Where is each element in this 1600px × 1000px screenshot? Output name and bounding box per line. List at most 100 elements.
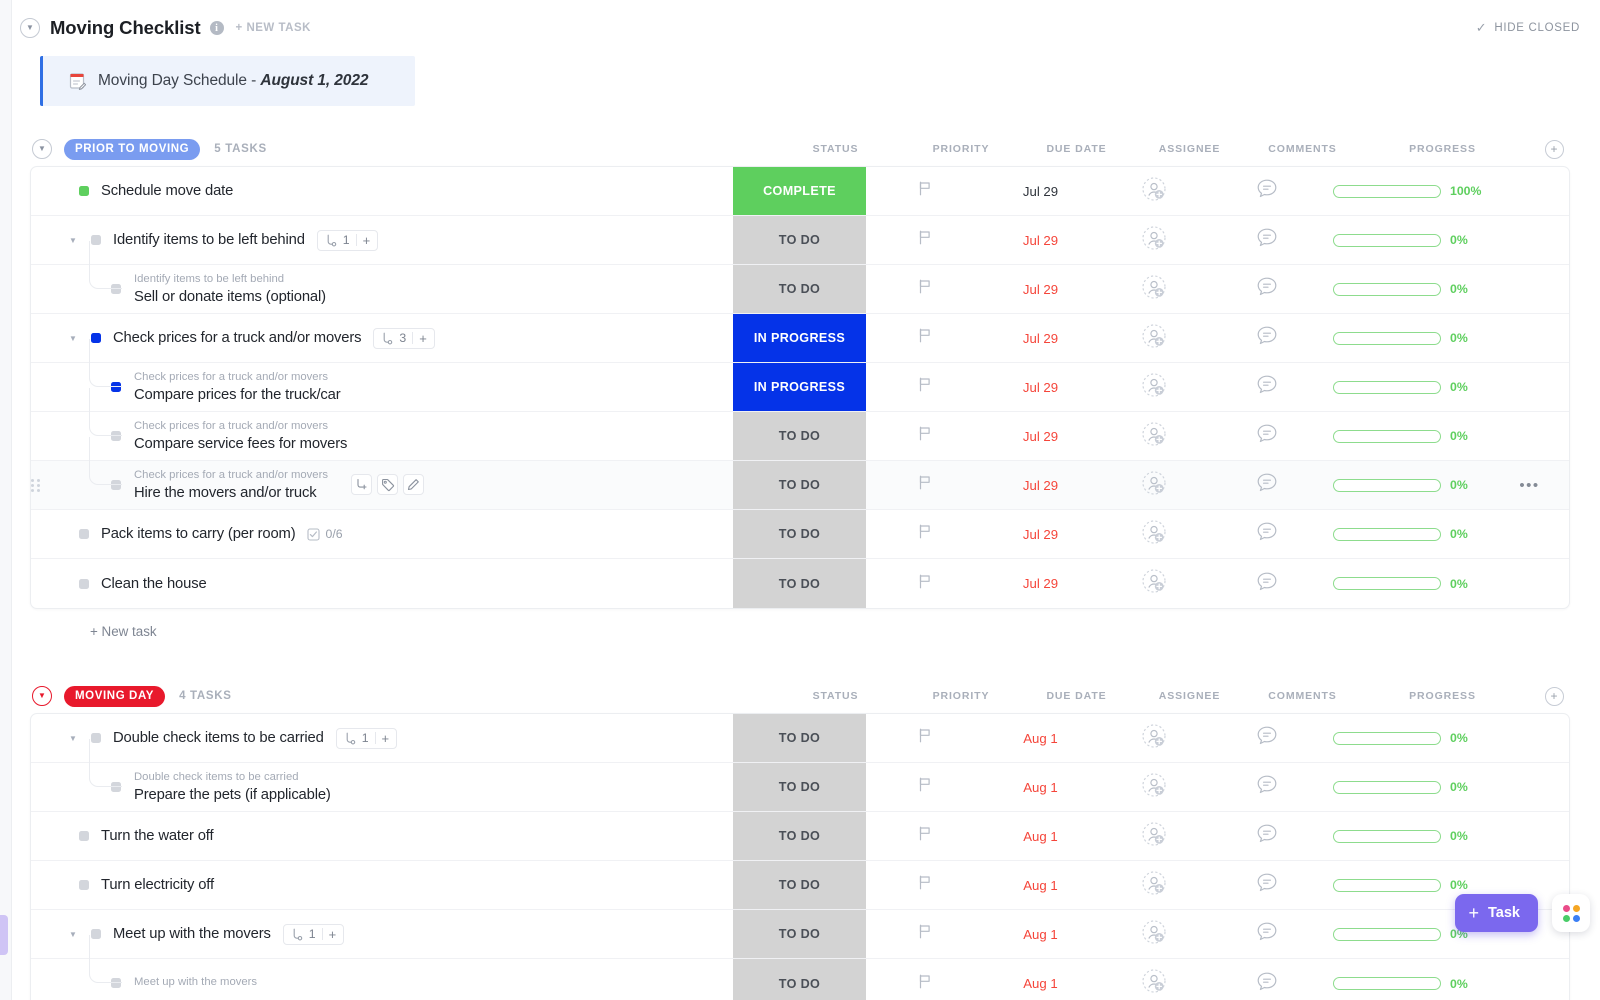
progress-cell[interactable]: 0%: [1323, 363, 1490, 411]
assignee-cell[interactable]: [1097, 812, 1210, 860]
progress-cell[interactable]: 0%: [1323, 763, 1490, 811]
status-badge[interactable]: TO DO: [733, 412, 866, 460]
status-cell[interactable]: TO DO: [733, 959, 866, 1000]
status-badge[interactable]: TO DO: [733, 910, 866, 958]
comment-icon[interactable]: [1256, 325, 1278, 351]
progress-bar[interactable]: [1333, 878, 1441, 892]
row-gutter-controls[interactable]: [31, 477, 41, 494]
flag-icon[interactable]: [918, 524, 932, 544]
assignee-cell[interactable]: [1097, 363, 1210, 411]
task-status-square[interactable]: [91, 333, 101, 343]
priority-cell[interactable]: [866, 265, 984, 313]
assignee-cell[interactable]: [1097, 265, 1210, 313]
task-name-cell[interactable]: Meet up with the movers: [31, 935, 733, 1000]
column-header-progress[interactable]: PROGRESS: [1359, 690, 1526, 702]
comments-cell[interactable]: [1210, 559, 1323, 608]
column-header-due-date[interactable]: DUE DATE: [1020, 143, 1133, 155]
comments-cell[interactable]: [1210, 265, 1323, 313]
table-row[interactable]: ▼ Meet up with the movers 1 + TO DO Aug 1 0%: [31, 910, 1569, 959]
progress-bar[interactable]: [1333, 380, 1441, 394]
priority-cell[interactable]: [866, 812, 984, 860]
status-cell[interactable]: COMPLETE: [733, 167, 866, 215]
task-name-cell[interactable]: Double check items to be carried Prepare …: [31, 739, 733, 811]
task-status-square[interactable]: [111, 381, 121, 392]
assignee-cell[interactable]: [1097, 714, 1210, 762]
task-status-square[interactable]: [79, 529, 89, 539]
status-badge[interactable]: IN PROGRESS: [733, 314, 866, 362]
flag-icon[interactable]: [918, 426, 932, 446]
assignee-cell[interactable]: [1097, 216, 1210, 264]
progress-bar[interactable]: [1333, 282, 1441, 296]
due-date-cell[interactable]: Aug 1: [984, 861, 1097, 909]
column-header-assignee[interactable]: ASSIGNEE: [1133, 143, 1246, 155]
comment-icon[interactable]: [1256, 725, 1278, 751]
progress-cell[interactable]: 0%: [1323, 559, 1490, 608]
comment-icon[interactable]: [1256, 423, 1278, 449]
comments-cell[interactable]: [1210, 461, 1323, 509]
comments-cell[interactable]: [1210, 763, 1323, 811]
row-more-cell[interactable]: [1490, 959, 1569, 1000]
task-status-square[interactable]: [91, 929, 101, 939]
row-quick-actions[interactable]: [351, 474, 424, 496]
task-status-square[interactable]: [111, 430, 121, 441]
table-row[interactable]: Schedule move date COMPLETE Jul 29 100%: [31, 167, 1569, 216]
row-more-cell[interactable]: [1490, 167, 1569, 215]
task-status-square[interactable]: [111, 978, 121, 989]
task-status-square[interactable]: [111, 283, 121, 294]
task-name-cell[interactable]: ▼ Check prices for a truck and/or movers 3…: [31, 314, 733, 362]
status-cell[interactable]: TO DO: [733, 412, 866, 460]
due-date-cell[interactable]: Jul 29: [984, 510, 1097, 558]
task-name-cell[interactable]: Pack items to carry (per room) 0/6: [31, 510, 733, 558]
status-cell[interactable]: TO DO: [733, 461, 866, 509]
progress-bar[interactable]: [1333, 527, 1441, 541]
table-row[interactable]: ▼ Double check items to be carried 1 + TO DO…: [31, 714, 1569, 763]
assignee-cell[interactable]: [1097, 461, 1210, 509]
row-more-cell[interactable]: [1490, 216, 1569, 264]
task-status-square[interactable]: [111, 479, 121, 490]
due-date-cell[interactable]: Aug 1: [984, 714, 1097, 762]
new-task-button[interactable]: + NEW TASK: [236, 22, 311, 34]
add-assignee-icon[interactable]: [1141, 274, 1167, 305]
status-cell[interactable]: TO DO: [733, 216, 866, 264]
status-cell[interactable]: IN PROGRESS: [733, 363, 866, 411]
comments-cell[interactable]: [1210, 510, 1323, 558]
comment-icon[interactable]: [1256, 227, 1278, 253]
table-row[interactable]: Check prices for a truck and/or movers Co…: [31, 388, 1569, 461]
flag-icon[interactable]: [918, 826, 932, 846]
status-cell[interactable]: TO DO: [733, 861, 866, 909]
table-row[interactable]: Turn the water off TO DO Aug 1 0%: [31, 812, 1569, 861]
status-badge[interactable]: COMPLETE: [733, 167, 866, 215]
task-status-square[interactable]: [111, 781, 121, 792]
comment-icon[interactable]: [1256, 276, 1278, 302]
progress-cell[interactable]: 100%: [1323, 167, 1490, 215]
collapse-list-chevron-icon[interactable]: ▼: [20, 18, 40, 38]
add-assignee-icon[interactable]: [1141, 372, 1167, 403]
task-status-square[interactable]: [91, 733, 101, 743]
flag-icon[interactable]: [918, 377, 932, 397]
task-name-cell[interactable]: Check prices for a truck and/or movers Co…: [31, 388, 733, 460]
task-status-square[interactable]: [79, 880, 89, 890]
table-row[interactable]: ▼ Identify items to be left behind 1 + TO DO…: [31, 216, 1569, 265]
flag-icon[interactable]: [918, 777, 932, 797]
priority-cell[interactable]: [866, 363, 984, 411]
flag-icon[interactable]: [918, 574, 932, 594]
row-more-cell[interactable]: [1490, 812, 1569, 860]
table-row[interactable]: Check prices for a truck and/or movers Co…: [31, 339, 1569, 412]
collapse-group-chevron-icon[interactable]: ▼: [32, 686, 52, 706]
column-header-assignee[interactable]: ASSIGNEE: [1133, 690, 1246, 702]
comments-cell[interactable]: [1210, 314, 1323, 362]
priority-cell[interactable]: [866, 763, 984, 811]
status-badge[interactable]: TO DO: [733, 510, 866, 558]
comment-icon[interactable]: [1256, 178, 1278, 204]
due-date-cell[interactable]: Aug 1: [984, 959, 1097, 1000]
add-assignee-icon[interactable]: [1141, 323, 1167, 354]
due-date-cell[interactable]: Jul 29: [984, 412, 1097, 460]
flag-icon[interactable]: [918, 875, 932, 895]
row-more-cell[interactable]: [1490, 412, 1569, 460]
assignee-cell[interactable]: [1097, 861, 1210, 909]
subtask-count-chip[interactable]: 3 +: [373, 327, 435, 349]
column-header-priority[interactable]: PRIORITY: [902, 690, 1020, 702]
comment-icon[interactable]: [1256, 921, 1278, 947]
column-header-status[interactable]: STATUS: [769, 690, 902, 702]
flag-icon[interactable]: [918, 279, 932, 299]
